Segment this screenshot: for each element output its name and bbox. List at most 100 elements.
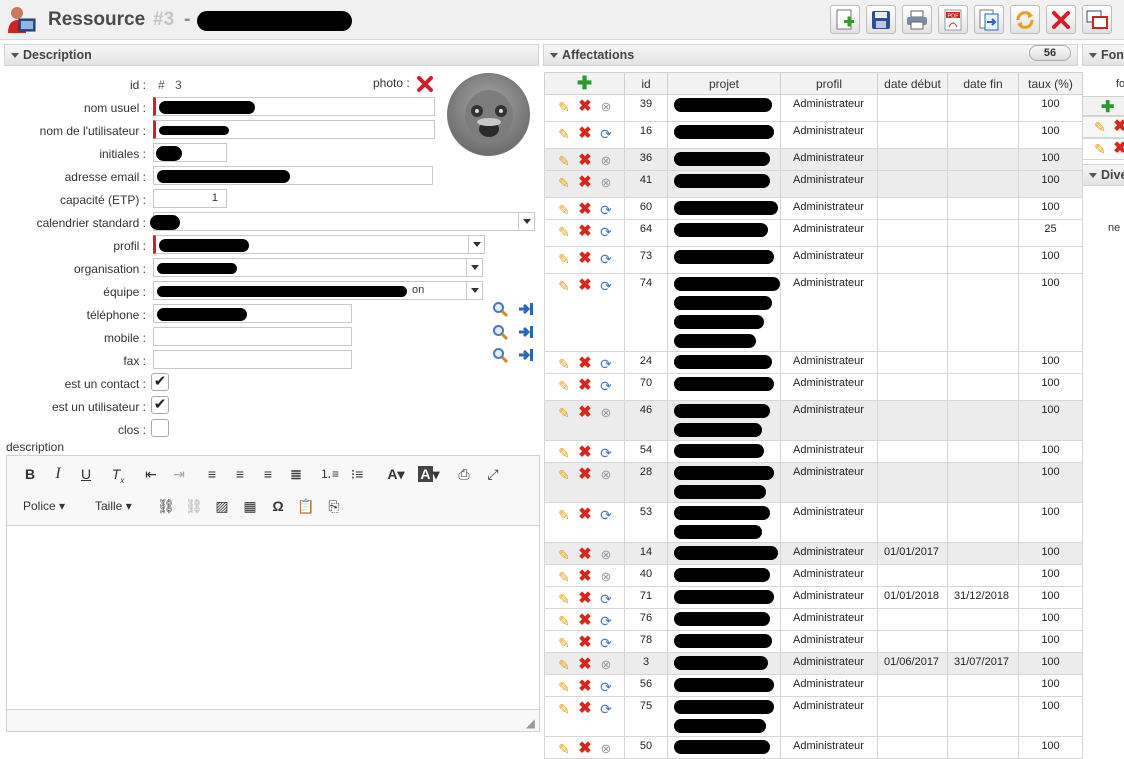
- delete-icon[interactable]: ✖: [576, 546, 594, 564]
- edit-icon[interactable]: ✎: [555, 466, 573, 484]
- avatar[interactable]: [447, 73, 530, 156]
- table-row[interactable]: ✎ ✖ ⊗ 36 Administrateur 100: [544, 148, 1083, 171]
- equipe-search-icon[interactable]: [491, 346, 509, 364]
- export-button[interactable]: [974, 5, 1004, 34]
- edit-icon[interactable]: ✎: [555, 377, 573, 395]
- align-left-icon[interactable]: ≡: [203, 464, 221, 484]
- table-row[interactable]: ✎ ✖ ⊗ 50 Administrateur 100: [544, 736, 1083, 759]
- special-char-icon[interactable]: Ω: [269, 496, 287, 516]
- delete-photo-icon[interactable]: [416, 75, 434, 96]
- clos-checkbox[interactable]: [151, 419, 169, 437]
- align-justify-icon[interactable]: ≣: [287, 464, 305, 484]
- refresh-assignment-icon[interactable]: ⟳: [597, 355, 615, 373]
- delete-icon[interactable]: ✖: [576, 355, 594, 373]
- refresh-assignment-icon[interactable]: ⟳: [597, 612, 615, 630]
- edit-icon[interactable]: ✎: [555, 740, 573, 758]
- organisation-goto-icon[interactable]: [517, 323, 535, 341]
- edit-icon[interactable]: ✎: [555, 152, 573, 170]
- add-fonction-button[interactable]: ✚: [1082, 96, 1124, 116]
- email-input[interactable]: [153, 166, 433, 185]
- table-row[interactable]: ✎ ✖ ⟳ 60 Administrateur 100: [544, 197, 1083, 220]
- delete-icon[interactable]: ✖: [576, 700, 594, 718]
- delete-icon[interactable]: ✖: [576, 568, 594, 586]
- col-taux[interactable]: taux (%): [1018, 72, 1083, 95]
- refresh-assignment-icon[interactable]: ⟳: [597, 590, 615, 608]
- close-assignment-icon[interactable]: ⊗: [597, 466, 615, 484]
- profil-select[interactable]: [153, 235, 485, 254]
- delete-icon[interactable]: ✖: [576, 678, 594, 696]
- description-editor[interactable]: [6, 526, 540, 726]
- delete-icon[interactable]: ✖: [576, 590, 594, 608]
- align-center-icon[interactable]: ≡: [231, 464, 249, 484]
- refresh-assignment-icon[interactable]: ⟳: [597, 277, 615, 295]
- delete-icon[interactable]: ✖: [1111, 118, 1124, 136]
- refresh-assignment-icon[interactable]: ⟳: [597, 250, 615, 268]
- telephone-input[interactable]: [153, 304, 352, 323]
- fax-input[interactable]: [153, 350, 352, 369]
- table-row[interactable]: ✎ ✖ ⊗ 28 Administrateur 100: [544, 462, 1083, 503]
- edit-icon[interactable]: ✎: [555, 506, 573, 524]
- refresh-assignment-icon[interactable]: ⟳: [597, 201, 615, 219]
- divers-header[interactable]: Dive: [1082, 164, 1124, 186]
- image-icon[interactable]: ▨: [213, 496, 231, 516]
- calendrier-select[interactable]: [150, 212, 535, 231]
- paste-icon[interactable]: 📋: [297, 496, 315, 516]
- refresh-assignment-icon[interactable]: ⟳: [597, 377, 615, 395]
- plus-icon[interactable]: ✚: [577, 73, 592, 93]
- add-affectation-button[interactable]: ✚: [544, 72, 625, 95]
- delete-icon[interactable]: ✖: [1111, 140, 1124, 158]
- pdf-button[interactable]: PDF: [938, 5, 968, 34]
- italic-icon[interactable]: I: [49, 464, 67, 484]
- fonctions-header[interactable]: Fonc: [1082, 44, 1124, 66]
- refresh-assignment-icon[interactable]: ⟳: [597, 444, 615, 462]
- close-assignment-icon[interactable]: ⊗: [597, 568, 615, 586]
- save-button[interactable]: [866, 5, 896, 34]
- table-row[interactable]: ✎ ✖ ⟳ 74 Administrateur 100: [544, 273, 1083, 352]
- contact-checkbox[interactable]: ✔: [151, 373, 169, 391]
- align-right-icon[interactable]: ≡: [259, 464, 277, 484]
- delete-icon[interactable]: ✖: [576, 444, 594, 462]
- organisation-search-icon[interactable]: [491, 323, 509, 341]
- delete-icon[interactable]: ✖: [576, 152, 594, 170]
- font-family-dropdown[interactable]: Police ▾: [23, 496, 79, 516]
- edit-icon[interactable]: ✎: [555, 98, 573, 116]
- bold-icon[interactable]: B: [21, 464, 39, 484]
- edit-icon[interactable]: ✎: [555, 612, 573, 630]
- initiales-input[interactable]: [153, 143, 227, 162]
- unlink-icon[interactable]: ⛓: [185, 496, 203, 516]
- col-projet[interactable]: projet: [667, 72, 781, 95]
- table-row[interactable]: ✎ ✖ ⟳ 64 Administrateur 25: [544, 219, 1083, 247]
- edit-icon[interactable]: ✎: [1091, 118, 1109, 136]
- edit-icon[interactable]: ✎: [555, 404, 573, 422]
- new-button[interactable]: [830, 5, 860, 34]
- background-color-icon[interactable]: A ▾: [416, 464, 442, 484]
- table-row[interactable]: ✎ ✖ ⟳ 54 Administrateur 100: [544, 440, 1083, 463]
- delete-icon[interactable]: ✖: [576, 656, 594, 674]
- window-button[interactable]: [1082, 5, 1112, 34]
- capacite-input[interactable]: 1: [153, 189, 227, 208]
- font-size-dropdown[interactable]: Taille ▾: [95, 496, 145, 516]
- table-row[interactable]: ✎ ✖ ⟳ 70 Administrateur 100: [544, 373, 1083, 401]
- close-assignment-icon[interactable]: ⊗: [597, 404, 615, 422]
- indent-decrease-icon[interactable]: ⇤: [142, 464, 160, 484]
- table-row[interactable]: ✎ ✖ ⟳ 78 Administrateur 100: [544, 630, 1083, 653]
- delete-icon[interactable]: ✖: [576, 174, 594, 192]
- text-color-icon[interactable]: A▾: [383, 464, 409, 484]
- profil-search-icon[interactable]: [491, 300, 509, 318]
- edit-icon[interactable]: ✎: [555, 700, 573, 718]
- table-icon[interactable]: ▦: [241, 496, 259, 516]
- close-assignment-icon[interactable]: ⊗: [597, 740, 615, 758]
- refresh-assignment-icon[interactable]: ⟳: [597, 223, 615, 241]
- delete-icon[interactable]: ✖: [576, 223, 594, 241]
- underline-icon[interactable]: U: [77, 464, 95, 484]
- edit-icon[interactable]: ✎: [555, 656, 573, 674]
- utilisateur-checkbox[interactable]: ✔: [151, 396, 169, 414]
- table-row[interactable]: ✎ ✖ ⟳ 71 Administrateur 01/01/2018 31/12/2018 1…: [544, 586, 1083, 609]
- close-assignment-icon[interactable]: ⊗: [597, 656, 615, 674]
- clear-format-icon[interactable]: Tx: [107, 464, 129, 485]
- nom-utilisateur-input[interactable]: [153, 120, 435, 139]
- delete-icon[interactable]: ✖: [576, 201, 594, 219]
- edit-icon[interactable]: ✎: [555, 201, 573, 219]
- delete-icon[interactable]: ✖: [576, 612, 594, 630]
- link-icon[interactable]: ⛓: [157, 496, 175, 516]
